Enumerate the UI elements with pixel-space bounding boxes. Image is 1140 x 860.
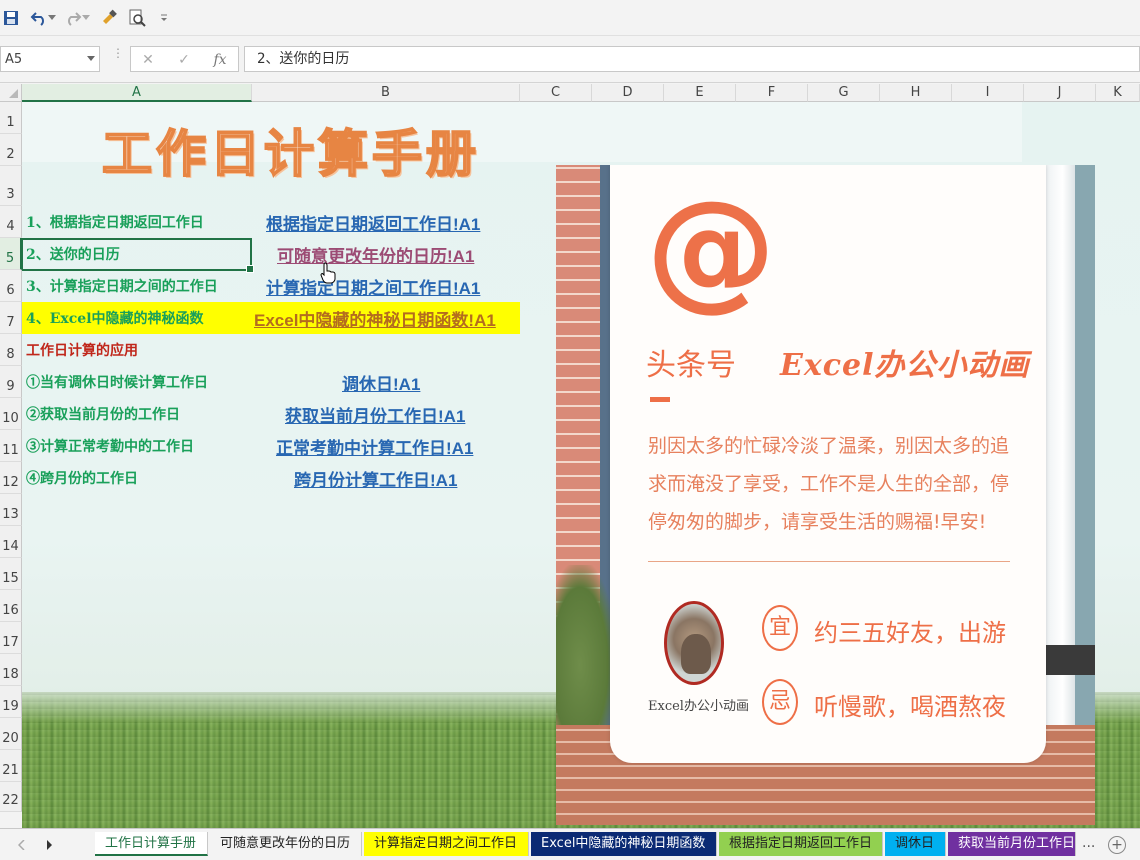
cell-a12[interactable]: ④跨月份的工作日: [26, 468, 138, 488]
formula-buttons: ✕ ✓ fx: [130, 46, 239, 72]
row-header-17[interactable]: 17: [0, 622, 22, 654]
row-header-3[interactable]: 3: [0, 166, 22, 206]
accent-dash: [650, 397, 670, 402]
sheet-tab-bar: 工作日计算手册 可随意更改年份的日历 计算指定日期之间工作日 Excel中隐藏的神秘日…: [0, 828, 1140, 860]
yi-badge: 宜: [762, 605, 798, 651]
column-header-c[interactable]: C: [520, 84, 592, 102]
column-header-d[interactable]: D: [592, 84, 664, 102]
column-header-i[interactable]: I: [952, 84, 1024, 102]
row-header-2[interactable]: 2: [0, 134, 22, 166]
row-header-14[interactable]: 14: [0, 526, 22, 558]
column-header-b[interactable]: B: [252, 84, 520, 102]
row-header-4[interactable]: 4: [0, 206, 22, 238]
row-header-1[interactable]: 1: [0, 102, 22, 134]
row-header-10[interactable]: 10: [0, 398, 22, 430]
cell-a6[interactable]: 3、计算指定日期之间的工作日: [26, 276, 218, 296]
row-header-8[interactable]: 8: [0, 334, 22, 366]
hyperlink-b9[interactable]: 调休日!A1: [342, 370, 420, 395]
row-header-6[interactable]: 6: [0, 270, 22, 302]
cat-figure: [681, 634, 711, 674]
cat-avatar: [664, 601, 724, 685]
row-header-7[interactable]: 7: [0, 302, 22, 334]
row-header-5[interactable]: 5: [0, 238, 22, 270]
row-header-19[interactable]: 19: [0, 686, 22, 718]
door-mat: [1041, 645, 1095, 675]
row-header-15[interactable]: 15: [0, 558, 22, 590]
row-header-13[interactable]: 13: [0, 494, 22, 526]
cell-a11[interactable]: ③计算正常考勤中的工作日: [26, 436, 194, 456]
hyperlink-b4[interactable]: 根据指定日期返回工作日!A1: [266, 210, 480, 235]
hyperlink-b7[interactable]: Excel中隐藏的神秘日期函数!A1: [254, 306, 496, 331]
toutiao-label: 头条号: [646, 348, 736, 383]
more-tabs-button[interactable]: ...: [1082, 835, 1095, 851]
undo-dropdown-icon[interactable]: [46, 7, 58, 29]
hyperlink-b12[interactable]: 跨月份计算工作日!A1: [294, 466, 457, 491]
quick-access-toolbar: [0, 0, 1140, 36]
row-header-21[interactable]: 21: [0, 750, 22, 782]
column-header-e[interactable]: E: [664, 84, 736, 102]
avatar-caption: Excel办公小动画: [648, 699, 749, 714]
ji-badge: 忌: [762, 679, 798, 725]
sheet-title: 工作日计算手册: [101, 123, 480, 184]
cell-a4[interactable]: 1、根据指定日期返回工作日: [26, 212, 204, 232]
insert-function-icon[interactable]: fx: [211, 51, 229, 69]
sheet-tab[interactable]: 根据指定日期返回工作日: [719, 832, 883, 856]
scroll-tabs-right-icon[interactable]: [46, 840, 54, 850]
active-cell-selection[interactable]: [22, 238, 254, 273]
cell-a7[interactable]: 4、Excel中隐藏的神秘函数: [26, 308, 204, 328]
sheet-tab[interactable]: 可随意更改年份的日历: [210, 832, 362, 856]
sheet-tab[interactable]: 调休日: [885, 832, 946, 856]
name-box[interactable]: A5: [0, 46, 100, 72]
hand-cursor-icon: [320, 262, 336, 284]
row-header-11[interactable]: 11: [0, 430, 22, 462]
print-preview-icon[interactable]: [126, 7, 148, 29]
cell-a10[interactable]: ②获取当前月份的工作日: [26, 404, 180, 424]
sheet-tab[interactable]: 计算指定日期之间工作日: [364, 832, 529, 856]
column-header-h[interactable]: H: [880, 84, 952, 102]
cancel-icon[interactable]: ✕: [139, 51, 157, 69]
card-quote: 别因太多的忙碌冷淡了温柔，别因太多的追求而淹没了享受，工作不是人生的全部，停停匆…: [648, 435, 1010, 533]
formula-bar-row: A5 ⋮ ✕ ✓ fx 2、送你的日历: [0, 36, 1140, 83]
cell-a9[interactable]: ①当有调休日时候计算工作日: [26, 372, 208, 392]
name-box-value: A5: [5, 51, 23, 67]
row-header-12[interactable]: 12: [0, 462, 22, 494]
column-header-j[interactable]: J: [1024, 84, 1096, 102]
save-icon[interactable]: [0, 7, 22, 29]
row-header-20[interactable]: 20: [0, 718, 22, 750]
ji-text: 听慢歌，喝酒熬夜: [814, 693, 1006, 721]
sheet-tab[interactable]: 获取当前月份工作日: [948, 832, 1076, 856]
column-header-k[interactable]: K: [1096, 84, 1140, 102]
hyperlink-b6[interactable]: 计算指定日期之间工作日!A1: [266, 274, 480, 299]
row-header-22[interactable]: 22: [0, 782, 22, 812]
sheet-tab[interactable]: 工作日计算手册: [95, 832, 208, 856]
section-heading[interactable]: 工作日计算的应用: [26, 340, 138, 360]
more-options-icon[interactable]: ⋮: [112, 47, 124, 68]
greeting-card: @ 头条号 Excel办公小动画 别因太多的忙碌冷淡了温柔，别因太多的追求而淹没…: [610, 165, 1046, 763]
column-header-a[interactable]: A: [22, 84, 252, 102]
row-header-16[interactable]: 16: [0, 590, 22, 622]
column-header-f[interactable]: F: [736, 84, 808, 102]
embedded-picture[interactable]: @ 头条号 Excel办公小动画 别因太多的忙碌冷淡了温柔，别因太多的追求而淹没…: [556, 165, 1095, 825]
scroll-tabs-left-icon[interactable]: [18, 840, 26, 850]
row-header-18[interactable]: 18: [0, 654, 22, 686]
select-all-corner[interactable]: [0, 84, 22, 102]
format-painter-icon[interactable]: [98, 7, 120, 29]
column-header-g[interactable]: G: [808, 84, 880, 102]
enter-icon[interactable]: ✓: [175, 51, 193, 69]
card-divider: [648, 561, 1010, 562]
formula-input[interactable]: 2、送你的日历: [244, 46, 1140, 72]
chevron-down-icon[interactable]: [87, 56, 95, 61]
customize-toolbar-icon[interactable]: [156, 7, 172, 29]
hyperlink-b5[interactable]: 可随意更改年份的日历!A1: [277, 242, 474, 267]
row-header-9[interactable]: 9: [0, 366, 22, 398]
hyperlink-b11[interactable]: 正常考勤中计算工作日!A1: [276, 434, 473, 459]
redo-dropdown-icon[interactable]: [80, 7, 92, 29]
worksheet-grid[interactable]: 工作日计算手册 1、根据指定日期返回工作日 根据指定日期返回工作日!A1 2、送…: [22, 102, 1140, 828]
brand-label: Excel办公小动画: [780, 348, 1030, 383]
yi-text: 约三五好友，出游: [814, 619, 1006, 647]
add-sheet-icon[interactable]: +: [1108, 836, 1126, 854]
hyperlink-b10[interactable]: 获取当前月份工作日!A1: [285, 402, 465, 427]
at-sign-logo: @: [646, 172, 776, 324]
sheet-tab[interactable]: Excel中隐藏的神秘日期函数: [531, 832, 717, 856]
